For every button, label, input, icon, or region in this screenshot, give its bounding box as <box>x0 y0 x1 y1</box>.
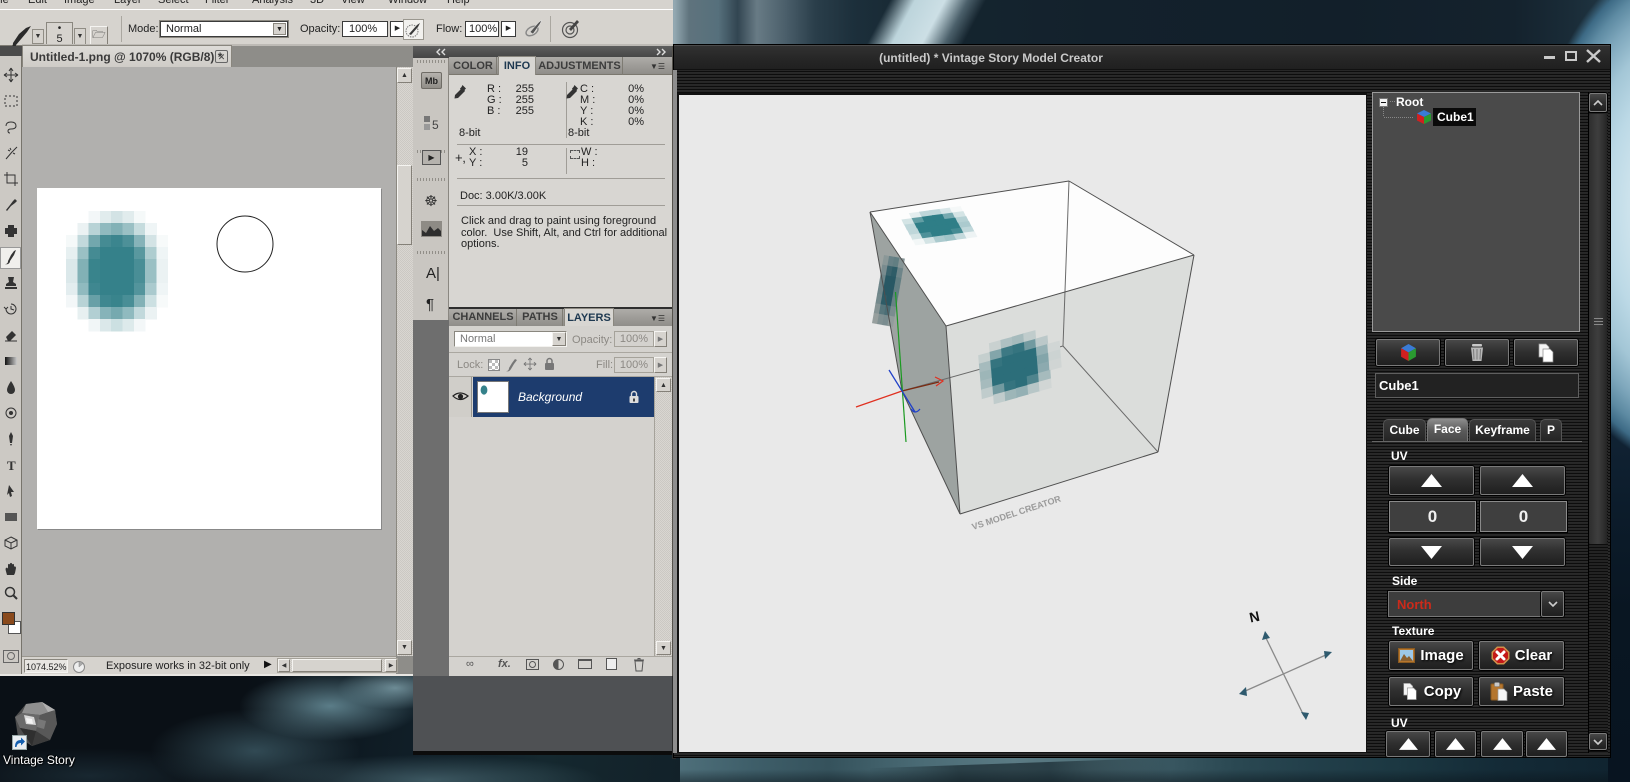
svg-text:N: N <box>1248 608 1261 626</box>
svg-text:5: 5 <box>432 118 439 132</box>
